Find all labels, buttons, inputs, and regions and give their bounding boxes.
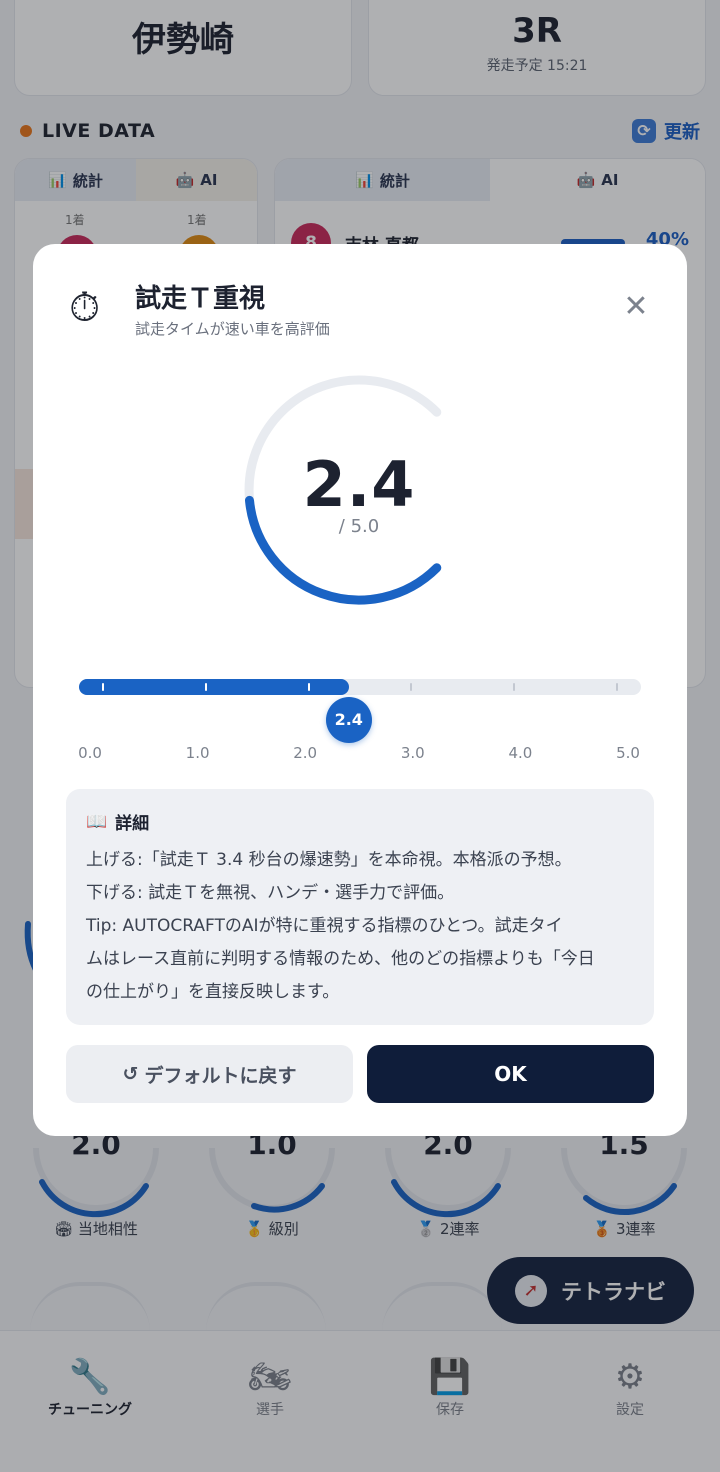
max-value: / 5.0 <box>338 516 380 537</box>
weight-dialog: ⏱ 試走Ｔ重視 試走タイムが速い車を高評価 ✕ 2.4 / 5.0 2.4 0.… <box>33 244 687 1136</box>
slider-tick <box>513 683 516 691</box>
current-value: 2.4 <box>302 448 416 521</box>
reset-icon: ↺ <box>122 1063 139 1085</box>
detail-line: ムはレース直前に判明する情報のため、他のどの指標よりも「今日 <box>86 949 595 969</box>
detail-line: の仕上がり」を直接反映します。 <box>86 982 340 1002</box>
scale-label: 3.0 <box>400 744 425 762</box>
reset-default-button[interactable]: ↺ デフォルトに戻す <box>66 1045 353 1103</box>
reset-default-label: デフォルトに戻す <box>144 1064 297 1087</box>
slider-tick <box>204 683 207 691</box>
scale-label: 2.0 <box>293 744 318 762</box>
slider-tick <box>616 683 618 691</box>
ok-label: OK <box>494 1062 527 1086</box>
detail-heading-label: 詳細 <box>115 814 150 834</box>
detail-line: 下げる: 試走Ｔを無視、ハンデ・選手力で評価。 <box>86 883 455 903</box>
scale-label: 1.0 <box>185 744 210 762</box>
detail-panel: 📖 詳細 上げる:「試走Ｔ 3.4 秒台の爆速勢」を本命視。本格派の予想。 下げ… <box>66 789 654 1025</box>
detail-line: Tip: AUTOCRAFTのAIが特に重視する指標のひとつ。試走タイ <box>86 916 563 936</box>
slider-tick <box>410 683 413 691</box>
close-icon[interactable]: ✕ <box>619 292 653 326</box>
stopwatch-icon: ⏱ <box>69 285 101 331</box>
scale-label: 5.0 <box>616 744 640 762</box>
detail-line: 上げる:「試走Ｔ 3.4 秒台の爆速勢」を本命視。本格派の予想。 <box>86 850 572 870</box>
weight-slider-thumb[interactable]: 2.4 <box>325 697 372 743</box>
ok-button[interactable]: OK <box>367 1045 654 1103</box>
scale-label: 0.0 <box>78 744 102 762</box>
slider-tick <box>102 683 104 691</box>
detail-heading: 📖 詳細 <box>86 809 634 835</box>
slider-tick <box>307 683 310 691</box>
dialog-title: 試走Ｔ重視 <box>135 284 266 314</box>
weight-slider-track[interactable] <box>79 679 641 695</box>
dialog-subtitle: 試走タイムが速い車を高評価 <box>135 320 330 338</box>
book-icon: 📖 <box>86 811 108 832</box>
scale-label: 4.0 <box>508 744 533 762</box>
